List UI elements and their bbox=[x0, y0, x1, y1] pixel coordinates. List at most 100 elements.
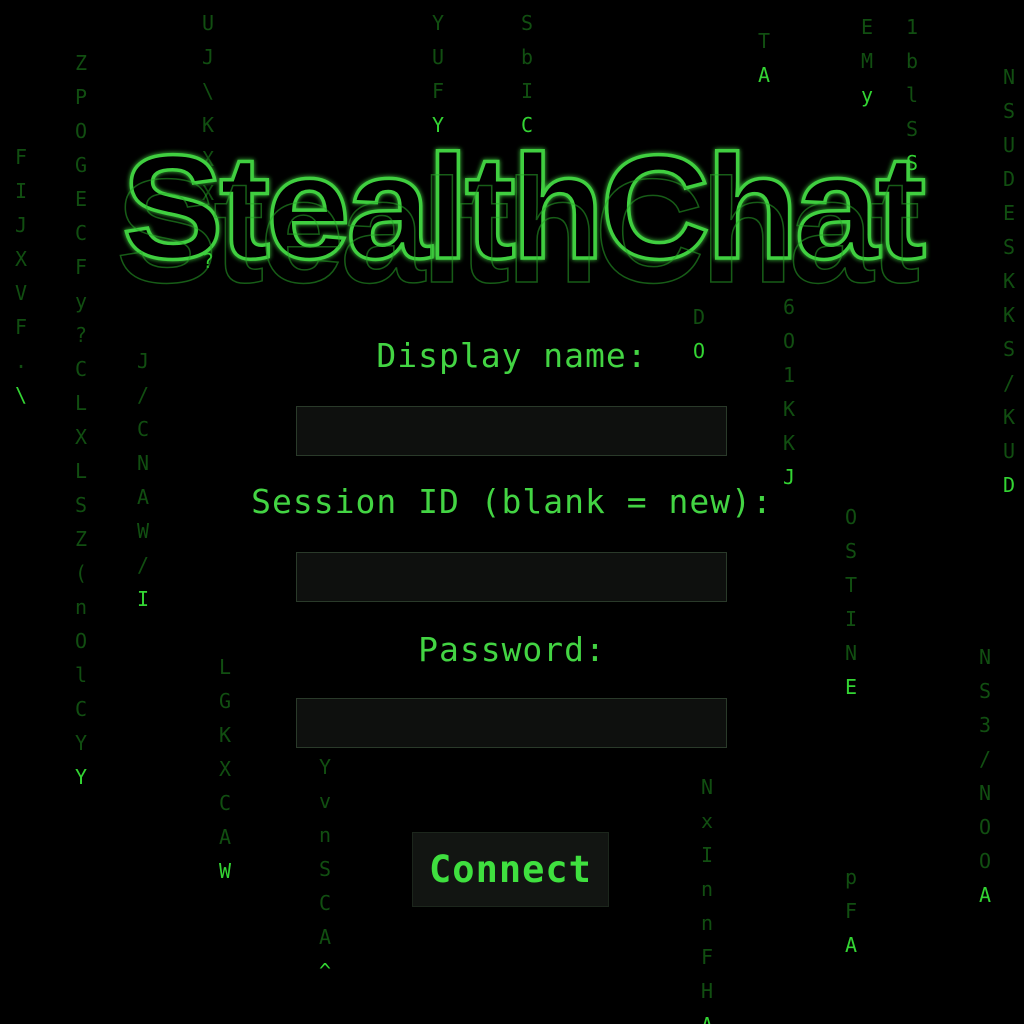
rain-glyph: C bbox=[218, 791, 232, 815]
rain-glyph: X bbox=[218, 757, 232, 781]
rain-glyph: G bbox=[74, 153, 88, 177]
rain-glyph: L bbox=[74, 391, 88, 415]
session-id-input[interactable] bbox=[296, 552, 727, 602]
rain-glyph: O bbox=[978, 849, 992, 873]
rain-glyph: J bbox=[14, 213, 28, 237]
rain-glyph: N bbox=[978, 781, 992, 805]
rain-glyph: U bbox=[1002, 439, 1016, 463]
rain-glyph: F bbox=[844, 899, 858, 923]
rain-glyph: N bbox=[136, 451, 150, 475]
rain-glyph: X bbox=[74, 425, 88, 449]
rain-glyph: y bbox=[74, 289, 88, 313]
rain-column: pFA bbox=[838, 860, 864, 962]
rain-glyph: C bbox=[318, 891, 332, 915]
rain-glyph: S bbox=[318, 857, 332, 881]
rain-glyph: K bbox=[1002, 303, 1016, 327]
rain-glyph: K bbox=[1002, 405, 1016, 429]
rain-column: SbIC bbox=[514, 6, 540, 142]
rain-glyph: F bbox=[14, 145, 28, 169]
rain-glyph: A bbox=[757, 63, 771, 87]
rain-glyph: x bbox=[700, 809, 714, 833]
rain-glyph: W bbox=[218, 859, 232, 883]
rain-glyph: I bbox=[136, 587, 150, 611]
rain-glyph: Y bbox=[74, 765, 88, 789]
rain-glyph: X bbox=[14, 247, 28, 271]
rain-glyph: n bbox=[318, 823, 332, 847]
rain-glyph: F bbox=[74, 255, 88, 279]
rain-glyph: b bbox=[520, 45, 534, 69]
rain-glyph: n bbox=[700, 877, 714, 901]
rain-glyph: N bbox=[1002, 65, 1016, 89]
rain-glyph: A bbox=[978, 883, 992, 907]
app-logo-echo: StealthChat bbox=[116, 149, 919, 300]
rain-glyph: T bbox=[757, 29, 771, 53]
rain-column: NxInnFHA bbox=[694, 770, 720, 1024]
rain-glyph: l bbox=[905, 83, 919, 107]
rain-glyph: E bbox=[74, 187, 88, 211]
rain-glyph: S bbox=[978, 679, 992, 703]
display-name-input[interactable] bbox=[296, 406, 727, 456]
rain-glyph: y bbox=[860, 83, 874, 107]
rain-glyph: O bbox=[74, 119, 88, 143]
rain-column: Z P O G E C Fy? C L X L S Z(n Ol C Y Y bbox=[68, 46, 94, 794]
rain-glyph: Z bbox=[74, 527, 88, 551]
rain-glyph: E bbox=[844, 675, 858, 699]
rain-glyph: M bbox=[860, 49, 874, 73]
rain-glyph: U bbox=[201, 11, 215, 35]
rain-column: N S 3/N O O A bbox=[972, 640, 998, 912]
connect-button[interactable]: Connect bbox=[412, 832, 609, 907]
rain-glyph: \ bbox=[14, 383, 28, 407]
rain-glyph: Z bbox=[74, 51, 88, 75]
rain-glyph: \ bbox=[201, 79, 215, 103]
rain-glyph: b bbox=[905, 49, 919, 73]
rain-glyph: I bbox=[520, 79, 534, 103]
rain-column: OSTINE bbox=[838, 500, 864, 704]
rain-glyph: / bbox=[978, 747, 992, 771]
rain-glyph: K bbox=[782, 431, 796, 455]
rain-glyph: F bbox=[700, 945, 714, 969]
rain-column: J / C N A W / I bbox=[130, 344, 156, 616]
rain-glyph: K bbox=[782, 397, 796, 421]
rain-glyph: S bbox=[1002, 99, 1016, 123]
rain-glyph: p bbox=[844, 865, 858, 889]
rain-glyph: / bbox=[136, 553, 150, 577]
rain-glyph: T bbox=[844, 573, 858, 597]
rain-column: 6O1KKJ bbox=[776, 290, 802, 494]
rain-glyph: v bbox=[318, 789, 332, 813]
rain-glyph: n bbox=[700, 911, 714, 935]
rain-glyph: D bbox=[692, 305, 706, 329]
rain-glyph: K bbox=[1002, 269, 1016, 293]
app-logo: StealthChat StealthChat bbox=[115, 130, 930, 300]
rain-glyph: Y bbox=[431, 11, 445, 35]
rain-glyph: 1 bbox=[905, 15, 919, 39]
rain-glyph: ^ bbox=[318, 959, 332, 983]
rain-glyph: C bbox=[74, 697, 88, 721]
session-id-label: Session ID (blank = new): bbox=[251, 482, 773, 521]
rain-glyph: J bbox=[201, 45, 215, 69]
rain-glyph: E bbox=[1002, 201, 1016, 225]
rain-glyph: S bbox=[1002, 235, 1016, 259]
rain-glyph: C bbox=[136, 417, 150, 441]
rain-glyph: C bbox=[74, 221, 88, 245]
rain-glyph: F bbox=[431, 79, 445, 103]
rain-glyph: n bbox=[74, 595, 88, 619]
rain-glyph: A bbox=[701, 1008, 713, 1024]
rain-glyph: P bbox=[74, 85, 88, 109]
rain-column: TA bbox=[751, 24, 777, 92]
rain-glyph: S bbox=[520, 11, 534, 35]
rain-glyph: Y bbox=[318, 755, 332, 779]
rain-glyph: A bbox=[218, 825, 232, 849]
rain-glyph: / bbox=[136, 383, 150, 407]
password-label: Password: bbox=[418, 630, 606, 669]
rain-glyph: I bbox=[700, 843, 714, 867]
rain-glyph: I bbox=[14, 179, 28, 203]
rain-glyph: K bbox=[218, 723, 232, 747]
rain-column: YUFY bbox=[425, 6, 451, 142]
rain-glyph: D bbox=[1002, 167, 1016, 191]
rain-glyph: G bbox=[218, 689, 232, 713]
rain-column: N S U D E S K K S / K U D bbox=[996, 60, 1022, 502]
rain-column: Yv n S C A ^ bbox=[312, 750, 338, 988]
rain-glyph: S bbox=[844, 539, 858, 563]
rain-glyph: Y bbox=[74, 731, 88, 755]
password-input[interactable] bbox=[296, 698, 727, 748]
